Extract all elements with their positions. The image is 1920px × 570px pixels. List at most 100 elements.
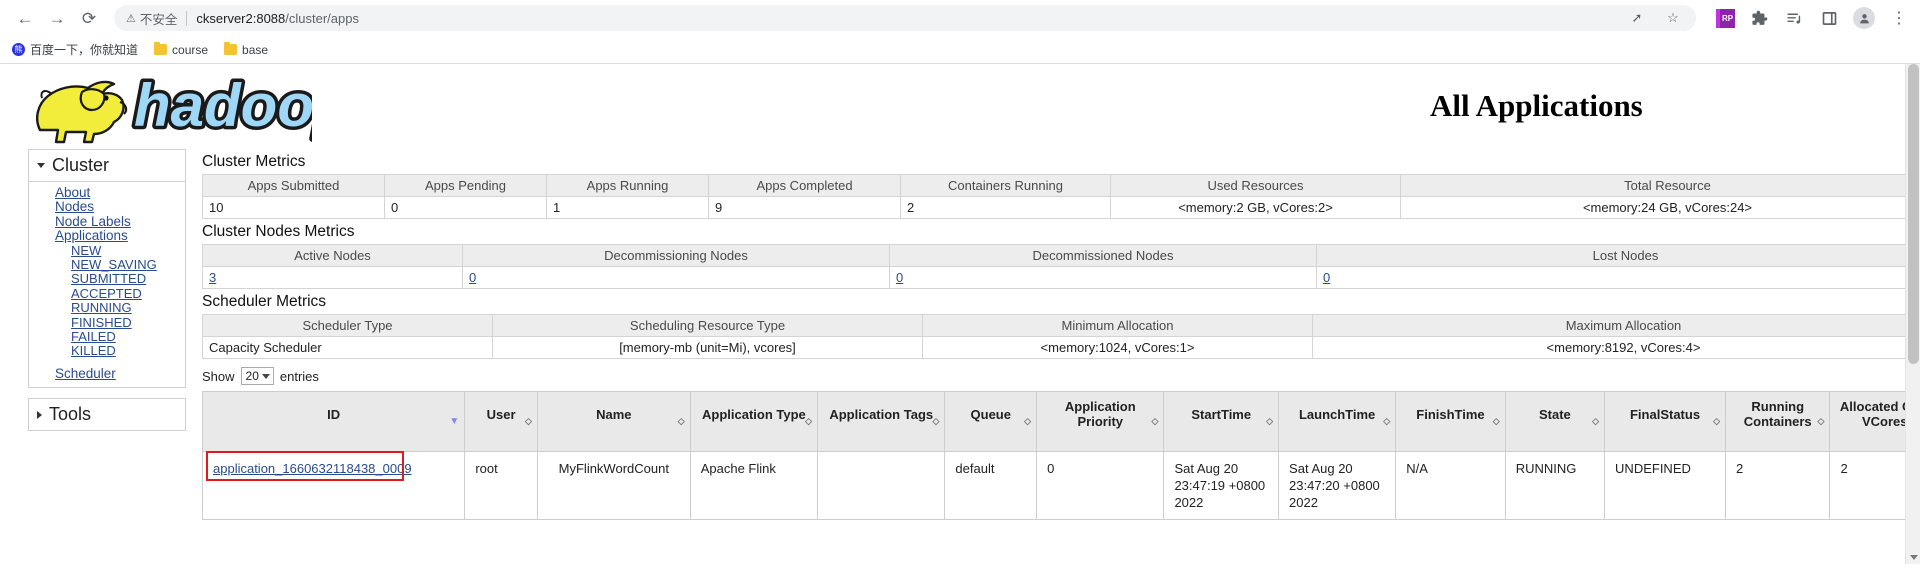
cell-apps-running: 1 xyxy=(546,196,709,219)
address-bar[interactable]: ⚠ 不安全 ckserver2:8088/cluster/apps ➚ ☆ xyxy=(114,5,1696,31)
sidebar-item-running[interactable]: RUNNING xyxy=(29,300,185,315)
col-containers-running: Containers Running xyxy=(900,174,1111,197)
active-nodes-link[interactable]: 3 xyxy=(209,270,216,285)
col-decommissioning-nodes: Decommissioning Nodes xyxy=(462,244,890,267)
col-running-containers[interactable]: Running Containers ◇ xyxy=(1725,391,1831,452)
scrollbar-thumb[interactable] xyxy=(1908,64,1919,364)
bookmark-item-baidu[interactable]: 熊 百度一下，你就知道 xyxy=(12,41,138,58)
cell-start-time: Sat Aug 20 23:47:19 +0800 2022 xyxy=(1163,451,1280,520)
col-application-priority-label: Application Priority xyxy=(1064,399,1136,429)
application-id-link[interactable]: application_1660632118438_0009 xyxy=(213,461,412,476)
page-size-select[interactable]: 20 xyxy=(240,367,274,385)
sidebar-item-killed[interactable]: KILLED xyxy=(29,344,185,359)
reload-icon[interactable]: ⟳ xyxy=(74,3,104,33)
col-application-priority[interactable]: Application Priority ◇ xyxy=(1036,391,1165,452)
cell-lost-nodes: 0 xyxy=(1316,266,1920,289)
sort-icon: ◇ xyxy=(1592,415,1600,426)
bookmark-label: base xyxy=(242,42,269,57)
sidebar-item-nodes[interactable]: Nodes xyxy=(29,199,185,214)
cell-maximum-allocation: <memory:8192, vCores:4> xyxy=(1312,336,1920,359)
sidebar-item-submitted[interactable]: SUBMITTED xyxy=(29,272,185,287)
col-id-label: ID xyxy=(327,406,341,422)
bookmark-item-base[interactable]: base xyxy=(224,42,269,57)
sidebar-cluster-header[interactable]: Cluster xyxy=(29,150,185,182)
sidebar-item-new-saving[interactable]: NEW_SAVING xyxy=(29,257,185,272)
sidebar-cluster-label: Cluster xyxy=(52,155,110,175)
sort-icon: ◇ xyxy=(932,415,940,426)
bookmark-label: 百度一下，你就知道 xyxy=(30,43,139,57)
browser-window: ← → ⟳ ⚠ 不安全 ckserver2:8088/cluster/apps … xyxy=(0,0,1920,64)
sidebar-item-finished[interactable]: FINISHED xyxy=(29,315,185,330)
table-row: 10 0 1 9 2 <memory:2 GB, vCores:2> <memo… xyxy=(202,196,1920,219)
col-start-time[interactable]: StartTime ◇ xyxy=(1163,391,1280,452)
share-icon[interactable]: ➚ xyxy=(1626,7,1648,29)
side-panel-icon[interactable] xyxy=(1818,7,1840,29)
reading-list-icon[interactable] xyxy=(1783,7,1805,29)
cell-apps-completed: 9 xyxy=(708,196,901,219)
cell-id: application_1660632118438_0009 xyxy=(201,451,466,520)
decommissioning-nodes-link[interactable]: 0 xyxy=(469,270,476,285)
sidebar-panel-tools: Tools xyxy=(28,398,186,432)
scroll-down-icon[interactable] xyxy=(1910,555,1918,560)
lost-nodes-link[interactable]: 0 xyxy=(1323,270,1330,285)
omnibox-divider xyxy=(186,10,188,26)
profile-avatar-icon[interactable] xyxy=(1853,7,1875,29)
col-state[interactable]: State ◇ xyxy=(1504,391,1606,452)
sidebar-item-scheduler[interactable]: Scheduler xyxy=(29,366,185,381)
extension-rp-icon[interactable]: RP xyxy=(1716,8,1735,28)
col-id[interactable]: ID ▼ xyxy=(201,391,466,452)
chevron-right-icon xyxy=(37,410,42,419)
table-row: 3 0 0 0 xyxy=(202,266,1920,289)
cell-scheduling-resource-type: [memory-mb (unit=Mi), vcores] xyxy=(492,336,923,359)
col-user[interactable]: User ◇ xyxy=(464,391,538,452)
forward-arrow-icon[interactable]: → xyxy=(42,3,72,33)
cell-name: MyFlinkWordCount xyxy=(536,451,691,520)
vertical-scrollbar[interactable] xyxy=(1905,64,1920,564)
scheduler-metrics-table: Scheduler Type Scheduling Resource Type … xyxy=(202,314,1920,359)
bookmarks-bar: 熊 百度一下，你就知道 course base xyxy=(0,36,1920,64)
folder-icon xyxy=(154,42,168,55)
decommissioned-nodes-link[interactable]: 0 xyxy=(896,270,903,285)
sidebar-panel-cluster: Cluster About Nodes Node Labels Applicat… xyxy=(28,149,186,389)
puzzle-piece-icon[interactable] xyxy=(1748,7,1770,29)
three-dot-menu-icon[interactable]: ⋮ xyxy=(1888,7,1910,29)
col-name[interactable]: Name ◇ xyxy=(536,391,691,452)
sidebar-item-new[interactable]: NEW xyxy=(29,243,185,258)
sidebar-item-node-labels[interactable]: Node Labels xyxy=(29,214,185,229)
col-apps-pending: Apps Pending xyxy=(384,174,547,197)
cell-application-priority: 0 xyxy=(1036,451,1165,520)
sort-icon: ◇ xyxy=(1024,415,1032,426)
col-launch-time-label: LaunchTime xyxy=(1298,406,1376,422)
col-finish-time[interactable]: FinishTime ◇ xyxy=(1395,391,1506,452)
star-icon[interactable]: ☆ xyxy=(1662,7,1684,29)
hadoop-logo: hadoop hadoop xyxy=(22,68,354,146)
sort-icon: ◇ xyxy=(1151,415,1159,426)
sidebar-tools-header[interactable]: Tools xyxy=(29,399,185,430)
back-arrow-icon[interactable]: ← xyxy=(10,3,40,33)
bookmark-item-course[interactable]: course xyxy=(154,42,208,57)
sidebar: Cluster About Nodes Node Labels Applicat… xyxy=(28,149,186,441)
table-row: Capacity Scheduler [memory-mb (unit=Mi),… xyxy=(202,336,1920,359)
col-launch-time[interactable]: LaunchTime ◇ xyxy=(1278,391,1397,452)
col-queue[interactable]: Queue ◇ xyxy=(944,391,1038,452)
cell-used-resources: <memory:2 GB, vCores:2> xyxy=(1110,196,1401,219)
col-final-status[interactable]: FinalStatus ◇ xyxy=(1604,391,1727,452)
cell-active-nodes: 3 xyxy=(202,266,463,289)
cell-state: RUNNING xyxy=(1504,451,1606,520)
cell-application-type: Apache Flink xyxy=(689,451,819,520)
sidebar-item-failed[interactable]: FAILED xyxy=(29,329,185,344)
col-name-label: Name xyxy=(596,406,632,422)
col-finish-time-label: FinishTime xyxy=(1416,406,1485,422)
col-application-type-label: Application Type xyxy=(702,406,806,422)
col-apps-running: Apps Running xyxy=(546,174,709,197)
col-application-tags[interactable]: Application Tags ◇ xyxy=(817,391,946,452)
sidebar-item-applications[interactable]: Applications xyxy=(29,228,185,243)
url-text: ckserver2:8088/cluster/apps xyxy=(196,11,359,26)
browser-toolbar: ← → ⟳ ⚠ 不安全 ckserver2:8088/cluster/apps … xyxy=(0,0,1920,36)
sidebar-item-about[interactable]: About xyxy=(29,185,185,200)
col-application-type[interactable]: Application Type ◇ xyxy=(689,391,819,452)
sidebar-item-accepted[interactable]: ACCEPTED xyxy=(29,286,185,301)
col-state-label: State xyxy=(1538,406,1571,422)
toolbar-actions: RP ⋮ xyxy=(1716,7,1910,29)
table-row[interactable]: application_1660632118438_0009 root MyFl… xyxy=(201,451,1920,520)
